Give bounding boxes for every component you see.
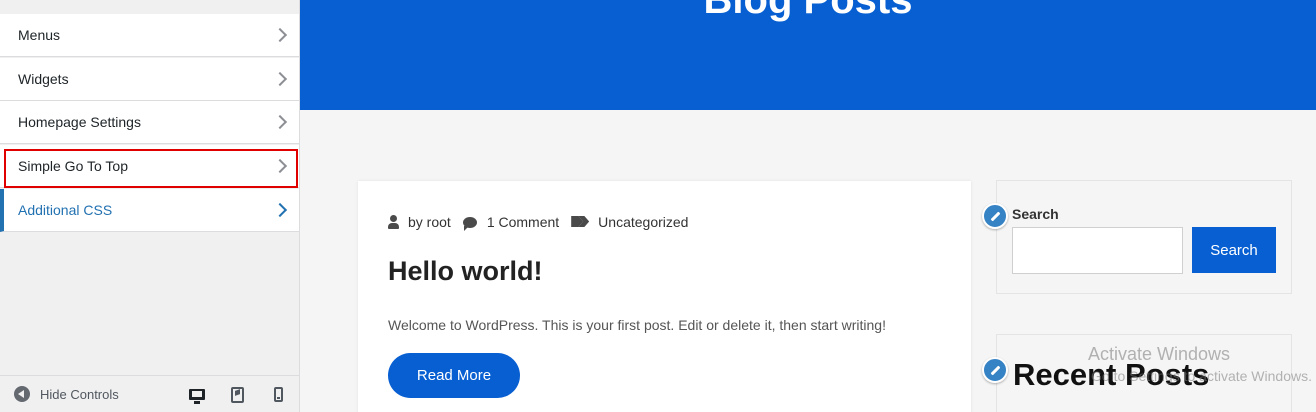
sidebar-item-label: Additional CSS <box>18 202 113 218</box>
post-card: by root 1 Comment Uncategorized Hello wo… <box>358 181 971 412</box>
post-category-label: Uncategorized <box>598 214 689 230</box>
chevron-right-icon <box>272 114 288 130</box>
site-preview: Blog Posts by root 1 Comment Uncategoriz… <box>300 0 1316 412</box>
user-icon <box>388 215 399 229</box>
sidebar-item-widgets[interactable]: Widgets <box>0 58 299 101</box>
post-excerpt: Welcome to WordPress. This is your first… <box>388 317 886 333</box>
post-category[interactable]: Uncategorized <box>571 214 688 230</box>
hide-controls-label: Hide Controls <box>40 386 119 402</box>
watermark-line-1: Activate Windows <box>1087 344 1230 364</box>
chevron-right-icon <box>272 71 288 87</box>
sidebar-item-additional-css[interactable]: Additional CSS <box>0 189 299 232</box>
search-button[interactable]: Search <box>1192 227 1276 273</box>
customizer-sidebar: Menus Widgets Homepage Settings Simple G… <box>0 0 300 412</box>
post-author-label: by root <box>408 214 451 230</box>
search-label: Search <box>1012 206 1059 222</box>
preview-desktop-button[interactable] <box>176 376 217 412</box>
sidebar-item-label: Simple Go To Top <box>18 158 128 174</box>
edit-recent-posts-button[interactable] <box>982 357 1008 383</box>
search-input[interactable] <box>1012 227 1183 274</box>
preview-mobile-button[interactable] <box>258 376 299 412</box>
sidebar-top-strip <box>0 0 299 14</box>
post-title[interactable]: Hello world! <box>388 256 543 287</box>
edit-search-widget-button[interactable] <box>982 203 1008 229</box>
chevron-right-icon <box>272 202 288 218</box>
chevron-right-icon <box>272 27 288 43</box>
sidebar-footer: Hide Controls <box>0 375 299 412</box>
chevron-right-icon <box>272 158 288 174</box>
device-preview-buttons <box>176 376 299 412</box>
windows-activation-watermark: Activate Windows Go to Settings to activ… <box>1088 344 1312 384</box>
page-title: Blog Posts <box>703 0 913 22</box>
post-comments[interactable]: 1 Comment <box>462 214 560 231</box>
sidebar-item-label: Widgets <box>18 71 69 87</box>
sidebar-item-label: Homepage Settings <box>18 114 141 130</box>
desktop-icon <box>188 389 205 404</box>
watermark-line-2: Go to Settings to activate Windows. <box>1091 368 1312 384</box>
hide-controls-button[interactable]: Hide Controls <box>14 386 119 402</box>
post-author[interactable]: by root <box>388 214 451 230</box>
sidebar-item-homepage-settings[interactable]: Homepage Settings <box>0 101 299 144</box>
comment-icon <box>462 216 477 231</box>
sidebar-item-menus[interactable]: Menus <box>0 14 299 57</box>
read-more-button[interactable]: Read More <box>388 353 520 398</box>
mobile-icon <box>274 387 283 402</box>
preview-tablet-button[interactable] <box>217 376 258 412</box>
post-comments-label: 1 Comment <box>486 214 560 230</box>
sidebar-item-simple-go-to-top[interactable]: Simple Go To Top <box>0 145 299 188</box>
tags-icon <box>571 216 589 228</box>
post-meta: by root 1 Comment Uncategorized <box>388 214 700 231</box>
hero-banner: Blog Posts <box>300 0 1316 110</box>
collapse-icon <box>14 386 30 402</box>
pencil-icon <box>990 365 1000 375</box>
sidebar-item-label: Menus <box>18 27 61 43</box>
tablet-icon <box>231 386 244 403</box>
pencil-icon <box>990 211 1000 221</box>
search-widget: Search Search <box>996 180 1292 294</box>
